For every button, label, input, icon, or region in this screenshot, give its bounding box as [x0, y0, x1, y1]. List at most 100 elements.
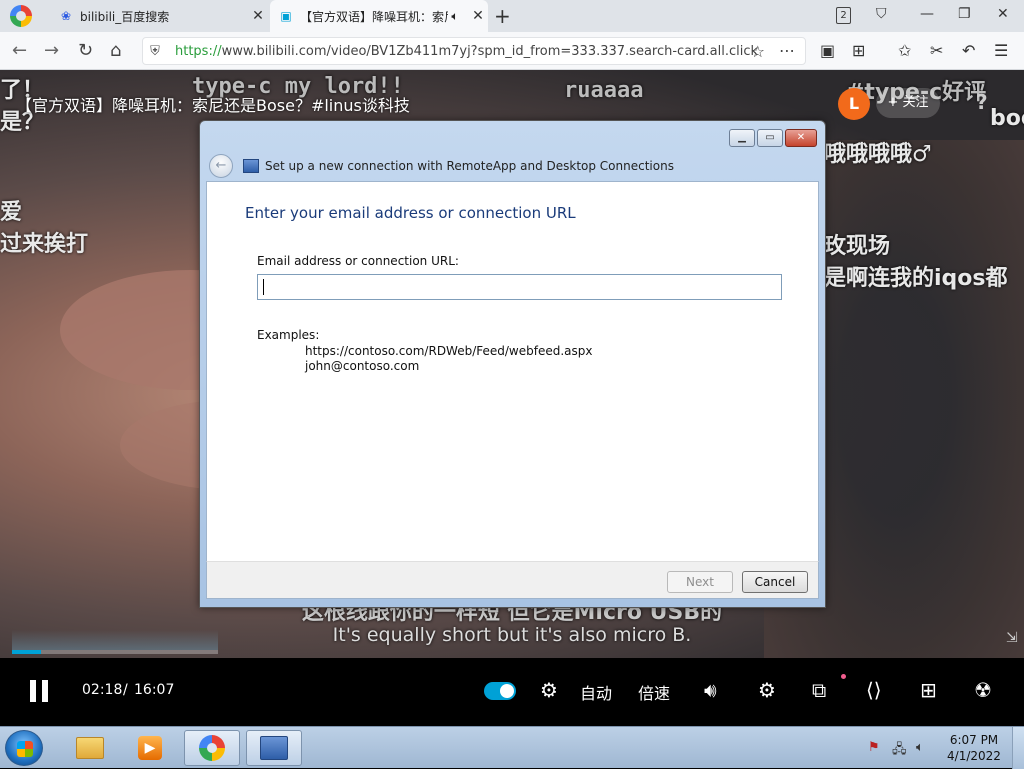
tab-baidu-search[interactable]: ❀ bilibili_百度搜索 ✕: [50, 0, 268, 32]
speaker-icon[interactable]: 🔈︎: [448, 8, 462, 24]
speed-selector[interactable]: 倍速: [638, 680, 670, 704]
text-caret: [263, 279, 264, 295]
progress-bar[interactable]: [12, 650, 218, 654]
tab-bilibili-video[interactable]: ▣ 【官方双语】降噪耳机：索尼还是Bose？ 🔈︎ ✕: [270, 0, 488, 32]
danmaku-comment: 是啊连我的iqos都: [824, 266, 1008, 291]
widescreen-toggle-icon[interactable]: ⇲: [1006, 630, 1018, 646]
widescreen-icon[interactable]: ⟨⟩: [866, 678, 882, 702]
bilibili-tv-icon: ▣: [280, 9, 292, 23]
system-clock[interactable]: 6:07 PM 4/1/2022: [944, 732, 1004, 764]
close-icon[interactable]: ✕: [248, 8, 268, 24]
next-button[interactable]: Next: [667, 571, 733, 593]
clock-date: 4/1/2022: [947, 749, 1001, 763]
settings-gear-icon[interactable]: ⚙: [758, 678, 776, 702]
url-input[interactable]: ⛨ https:// www.bilibili.com/video/BV1Zb4…: [142, 37, 806, 65]
example-url: https://contoso.com/RDWeb/Feed/webfeed.a…: [305, 344, 593, 358]
maximize-icon[interactable]: ▭: [757, 129, 783, 147]
forward-arrow-icon[interactable]: →: [44, 40, 59, 61]
dialog-title: Set up a new connection with RemoteApp a…: [265, 159, 674, 173]
danmaku-settings-icon[interactable]: ⚙: [540, 678, 558, 702]
follow-button[interactable]: + 关注: [876, 88, 940, 118]
examples-label: Examples:: [257, 328, 320, 342]
dialog-header: ← Set up a new connection with RemoteApp…: [206, 151, 819, 181]
taskbar-media-player[interactable]: ▶: [122, 730, 178, 766]
reload-icon[interactable]: ↻: [78, 40, 93, 61]
dialog-window-controls: ▁ ▭ ✕: [729, 129, 817, 147]
favorites-star-icon[interactable]: ✩: [898, 41, 911, 60]
shirt-skin-icon[interactable]: ⛉: [876, 6, 887, 22]
taskbar-browser[interactable]: [184, 730, 240, 766]
star-bookmark-icon[interactable]: ☆: [751, 42, 765, 61]
web-fullscreen-icon[interactable]: ⊞: [920, 678, 937, 702]
restore-icon[interactable]: ❐: [958, 6, 971, 22]
baidu-paw-icon: ❀: [60, 9, 72, 23]
start-button[interactable]: [5, 730, 43, 766]
dialog-footer: Next Cancel: [206, 561, 819, 599]
video-title: 【官方双语】降噪耳机：索尼还是Bose？#linus谈科技: [16, 96, 410, 115]
browser-logo-icon[interactable]: [10, 5, 32, 27]
danmaku-comment: 爱: [0, 200, 23, 225]
shield-icon[interactable]: ⛨: [143, 44, 167, 59]
tab-title: 【官方双语】降噪耳机：索尼还是Bose？: [300, 9, 448, 24]
remote-desktop-icon: [260, 736, 288, 760]
apps-grid-icon[interactable]: ⊞: [852, 41, 865, 60]
close-icon[interactable]: ✕: [785, 129, 817, 147]
notification-dot: [841, 674, 846, 679]
back-arrow-icon[interactable]: ←: [12, 40, 27, 61]
minimize-icon[interactable]: —: [920, 6, 934, 22]
danmaku-comment: 玫现场: [824, 234, 891, 259]
tab-count-badge[interactable]: 2: [836, 7, 851, 24]
quality-selector[interactable]: 自动: [580, 680, 612, 704]
clock-time: 6:07 PM: [949, 733, 999, 747]
picture-in-picture-icon[interactable]: ⧉: [812, 678, 826, 702]
undo-icon[interactable]: ↶: [962, 41, 975, 60]
minimize-icon[interactable]: ▁: [729, 129, 755, 147]
close-icon[interactable]: ✕: [468, 8, 488, 24]
email-url-input[interactable]: [257, 274, 782, 300]
scissors-icon[interactable]: ✂: [930, 41, 943, 60]
time-separator: /: [123, 682, 128, 698]
folder-icon: [76, 737, 104, 759]
url-path: www.bilibili.com/video/BV1Zb411m7yj?spm_…: [221, 43, 759, 59]
new-tab-button[interactable]: +: [494, 4, 511, 28]
danmaku-comment: ruaaaa: [564, 78, 644, 103]
remote-desktop-icon: [243, 159, 259, 173]
tab-title: bilibili_百度搜索: [80, 9, 170, 24]
danmaku-comment: 哦哦哦哦♂: [824, 142, 932, 167]
player-controls: 02:18 / 16:07 ⚙ 自动 倍速 🔊︎ ⚙ ⧉ ⟨⟩ ⊞ ☢: [0, 658, 1024, 726]
help-icon[interactable]: ?: [976, 90, 988, 114]
taskbar-remoteapp[interactable]: [246, 730, 302, 766]
dialog-content: Enter your email address or connection U…: [206, 181, 819, 561]
back-button[interactable]: ←: [209, 154, 233, 178]
danmaku-comment: 过来挨打: [0, 232, 89, 257]
fullscreen-icon[interactable]: ☢: [974, 678, 992, 702]
media-player-icon: ▶: [138, 736, 162, 760]
more-dots-icon[interactable]: ⋯: [779, 41, 795, 60]
pause-button[interactable]: [30, 680, 48, 702]
volume-tray-icon[interactable]: 🔈︎: [916, 740, 924, 755]
dialog-heading: Enter your email address or connection U…: [245, 204, 576, 222]
current-time: 02:18: [82, 682, 123, 698]
menu-icon[interactable]: ☰: [994, 41, 1008, 60]
close-window-icon[interactable]: ✕: [997, 6, 1009, 22]
duration: 16:07: [134, 682, 175, 698]
show-desktop-button[interactable]: [1012, 727, 1024, 769]
windows-taskbar: ▶ ⚑ 🖧︎ 🔈︎ 6:07 PM 4/1/2022: [0, 726, 1024, 769]
progress-fill: [12, 650, 41, 654]
browser-icon: [199, 735, 225, 761]
example-email: john@contoso.com: [305, 359, 420, 373]
progress-heat-wave: [12, 630, 218, 650]
reading-mode-icon[interactable]: ▣: [820, 41, 835, 60]
taskbar-explorer[interactable]: [62, 730, 118, 766]
danmaku-toggle[interactable]: [484, 682, 516, 700]
volume-icon[interactable]: 🔊︎: [704, 678, 717, 702]
windows-logo-icon: [17, 741, 33, 757]
uploader-avatar[interactable]: L: [838, 88, 870, 120]
action-center-flag-icon[interactable]: ⚑: [868, 740, 880, 755]
address-toolbar: ← → ↻ ⌂ ⛨ https:// www.bilibili.com/vide…: [0, 32, 1024, 70]
cancel-button[interactable]: Cancel: [742, 571, 808, 593]
danmaku-comment: boo: [990, 106, 1024, 131]
url-scheme: https://: [175, 43, 222, 59]
home-icon[interactable]: ⌂: [110, 40, 121, 61]
network-icon[interactable]: 🖧︎: [892, 740, 907, 762]
